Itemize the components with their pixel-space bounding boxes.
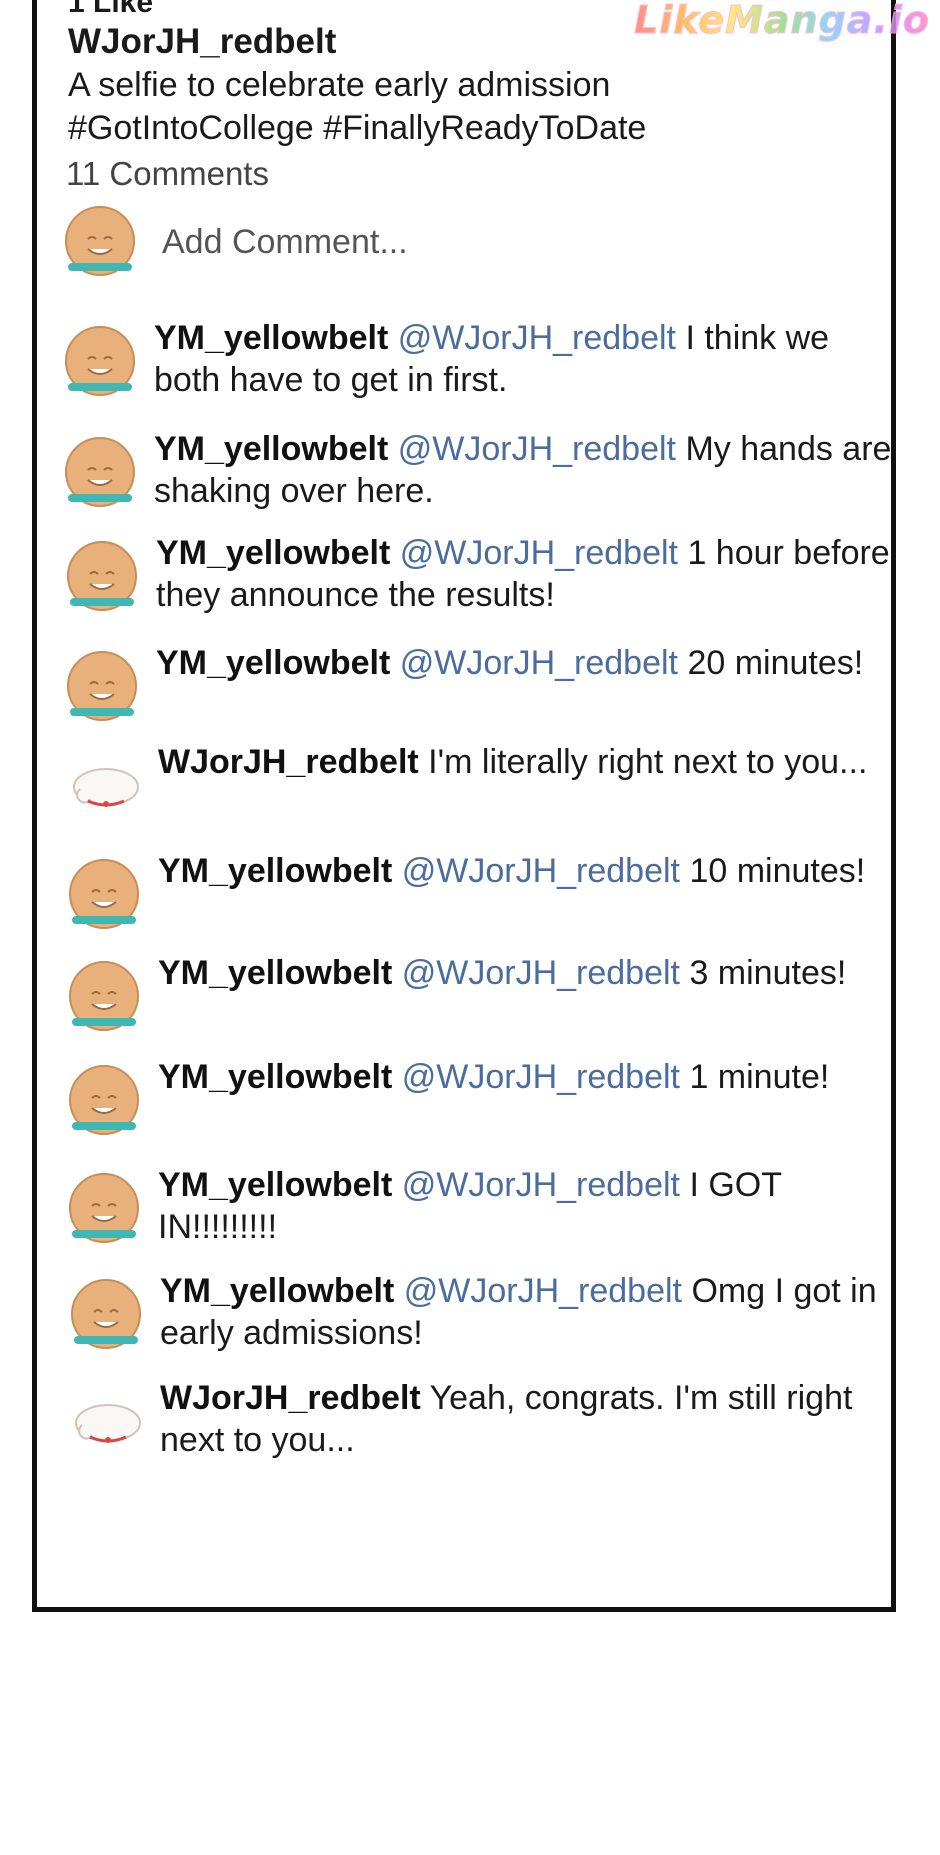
comment-body: 20 minutes!: [678, 644, 864, 682]
add-comment-input[interactable]: Add Comment...: [162, 223, 408, 262]
comment-text: YM_yellowbelt @WJorJH_redbelt 3 minutes!: [158, 952, 898, 994]
post-caption: A selfie to celebrate early admission #G…: [68, 64, 808, 150]
comment-body: I'm literally right next to you...: [418, 743, 868, 781]
comment-username[interactable]: YM_yellowbelt: [158, 954, 392, 992]
comment-mention[interactable]: @WJorJH_redbelt: [398, 319, 676, 357]
comment-mention[interactable]: @WJorJH_redbelt: [402, 954, 680, 992]
comment-count[interactable]: 11 Comments: [66, 155, 269, 193]
yellowbelt-avatar-icon[interactable]: [66, 1064, 142, 1140]
comment-mention[interactable]: @WJorJH_redbelt: [402, 1058, 680, 1096]
comment-text: WJorJH_redbelt Yeah, congrats. I'm still…: [160, 1377, 900, 1461]
yellowbelt-avatar-icon[interactable]: [66, 960, 142, 1036]
yellowbelt-avatar-icon[interactable]: [62, 436, 138, 512]
comment-mention[interactable]: @WJorJH_redbelt: [398, 430, 676, 468]
comment-username[interactable]: YM_yellowbelt: [156, 644, 390, 682]
comment-username[interactable]: YM_yellowbelt: [156, 534, 390, 572]
comment-mention[interactable]: @WJorJH_redbelt: [400, 644, 678, 682]
yellowbelt-avatar-icon[interactable]: [64, 540, 140, 616]
comment-text: YM_yellowbelt @WJorJH_redbelt 20 minutes…: [156, 642, 896, 684]
comment-username[interactable]: YM_yellowbelt: [154, 319, 388, 357]
add-comment-row[interactable]: Add Comment...: [62, 205, 662, 283]
yellowbelt-avatar-icon[interactable]: [66, 858, 142, 934]
comment-text: YM_yellowbelt @WJorJH_redbelt Omg I got …: [160, 1270, 900, 1354]
comment-username[interactable]: YM_yellowbelt: [158, 1058, 392, 1096]
redbelt-avatar-icon[interactable]: [68, 1385, 144, 1461]
comment-text: YM_yellowbelt @WJorJH_redbelt 1 minute!: [158, 1056, 898, 1098]
comment-username[interactable]: YM_yellowbelt: [154, 430, 388, 468]
comment-text: WJorJH_redbelt I'm literally right next …: [158, 741, 898, 783]
comment-text: YM_yellowbelt @WJorJH_redbelt I GOT IN!!…: [158, 1164, 898, 1248]
post-username[interactable]: WJorJH_redbelt: [68, 22, 336, 62]
comment-body: 10 minutes!: [680, 852, 866, 890]
comment-text: YM_yellowbelt @WJorJH_redbelt 1 hour bef…: [156, 532, 896, 616]
comment-username[interactable]: YM_yellowbelt: [158, 1166, 392, 1204]
redbelt-avatar-icon[interactable]: [66, 749, 142, 825]
comment-username[interactable]: YM_yellowbelt: [160, 1272, 394, 1310]
yellowbelt-avatar-icon[interactable]: [64, 650, 140, 726]
comment-mention[interactable]: @WJorJH_redbelt: [400, 534, 678, 572]
comment-mention[interactable]: @WJorJH_redbelt: [402, 852, 680, 890]
yellowbelt-avatar-icon[interactable]: [66, 1172, 142, 1248]
caption-hashtags[interactable]: #GotIntoCollege #FinallyReadyToDate: [68, 107, 808, 150]
comment-text: YM_yellowbelt @WJorJH_redbelt I think we…: [154, 317, 894, 401]
yellowbelt-avatar-icon: [65, 206, 135, 276]
comment-username[interactable]: YM_yellowbelt: [158, 852, 392, 890]
comment-body: 1 minute!: [680, 1058, 830, 1096]
comment-mention[interactable]: @WJorJH_redbelt: [404, 1272, 682, 1310]
comment-text: YM_yellowbelt @WJorJH_redbelt My hands a…: [154, 428, 894, 512]
like-count[interactable]: 1 Like: [68, 0, 153, 20]
yellowbelt-avatar-icon[interactable]: [68, 1278, 144, 1354]
comment-mention[interactable]: @WJorJH_redbelt: [402, 1166, 680, 1204]
yellowbelt-avatar-icon[interactable]: [62, 325, 138, 401]
comment-username[interactable]: WJorJH_redbelt: [158, 743, 419, 781]
comment-username[interactable]: WJorJH_redbelt: [160, 1379, 421, 1417]
caption-line: A selfie to celebrate early admission: [68, 66, 611, 104]
comment-body: 3 minutes!: [680, 954, 847, 992]
comment-text: YM_yellowbelt @WJorJH_redbelt 10 minutes…: [158, 850, 898, 892]
watermark: LikeManga.io: [634, 0, 930, 43]
